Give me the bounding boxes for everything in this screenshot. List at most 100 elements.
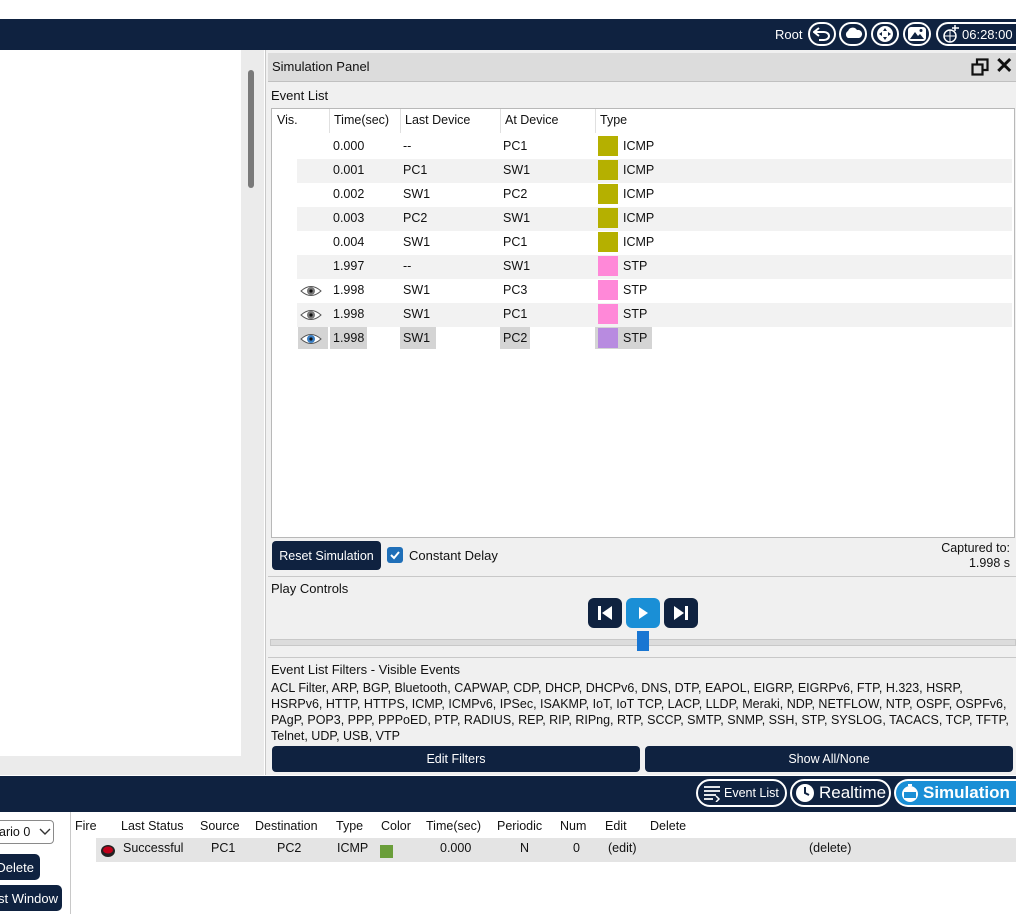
- pdu-col-fire[interactable]: Fire: [75, 819, 97, 833]
- checkmark-icon: [390, 551, 400, 560]
- speed-slider-thumb[interactable]: [637, 631, 649, 651]
- event-last-device: --: [403, 139, 412, 153]
- event-row[interactable]: 0.001 PC1 SW1 ICMP: [297, 159, 1012, 183]
- captured-to: Captured to: 1.998 s: [880, 541, 1010, 571]
- event-at-device: SW1: [503, 259, 531, 273]
- pdu-source: PC1: [211, 841, 236, 855]
- chevron-down-icon: [39, 828, 51, 835]
- pdu-row[interactable]: Successful PC1 PC2 ICMP 0.000 N 0 (edit)…: [96, 838, 1016, 862]
- landscape-button[interactable]: [903, 22, 931, 46]
- col-header-time[interactable]: Time(sec): [334, 113, 389, 127]
- pdu-col-color[interactable]: Color: [381, 819, 411, 833]
- pdu-edit-link[interactable]: (edit): [608, 841, 636, 855]
- event-at-device: PC2: [503, 331, 528, 345]
- event-type: ICMP: [623, 187, 655, 201]
- pdu-col-time[interactable]: Time(sec): [426, 819, 481, 833]
- event-type: STP: [623, 331, 648, 345]
- event-row[interactable]: 1.998 SW1 PC3 STP: [297, 279, 1012, 303]
- fire-led-icon[interactable]: [100, 844, 116, 858]
- event-time: 0.003: [333, 211, 365, 225]
- event-type-color: [598, 328, 618, 348]
- event-row[interactable]: 0.002 SW1 PC2 ICMP: [297, 183, 1012, 207]
- restore-window-icon[interactable]: [971, 58, 989, 76]
- event-row[interactable]: 1.997 -- SW1 STP: [297, 255, 1012, 279]
- show-all-none-button[interactable]: Show All/None: [645, 746, 1013, 772]
- event-last-device: SW1: [403, 187, 431, 201]
- captured-label: Captured to:: [941, 541, 1010, 555]
- event-type-color: [598, 208, 618, 228]
- realtime-mode-button[interactable]: Realtime: [790, 779, 891, 807]
- pdu-num: 0: [573, 841, 580, 855]
- clock-icon: [796, 784, 814, 802]
- pdu-delete-link[interactable]: (delete): [809, 841, 851, 855]
- event-list-label: Event List: [271, 88, 329, 103]
- event-at-device: PC3: [503, 283, 528, 297]
- edit-filters-button[interactable]: Edit Filters: [272, 746, 640, 772]
- step-back-button[interactable]: [588, 598, 622, 628]
- back-button[interactable]: [808, 22, 836, 46]
- sim-clock[interactable]: 06:28:00: [936, 22, 1016, 46]
- col-header-last-device[interactable]: Last Device: [405, 113, 470, 127]
- col-header-type[interactable]: Type: [600, 113, 627, 127]
- event-row[interactable]: 1.998 SW1 PC2 STP: [297, 327, 1012, 351]
- event-last-device: SW1: [403, 331, 431, 345]
- scenario-select[interactable]: ario 0: [0, 820, 54, 844]
- event-at-device: PC1: [503, 307, 528, 321]
- event-time: 0.001: [333, 163, 365, 177]
- pdu-col-periodic[interactable]: Periodic: [497, 819, 542, 833]
- event-row[interactable]: 0.004 SW1 PC1 ICMP: [297, 231, 1012, 255]
- event-type: STP: [623, 307, 648, 321]
- play-controls: Play Controls: [268, 576, 1016, 658]
- event-row[interactable]: 1.998 SW1 PC1 STP: [297, 303, 1012, 327]
- event-last-device: SW1: [403, 283, 431, 297]
- logical-workspace[interactable]: [0, 50, 241, 756]
- cloud-button[interactable]: [839, 22, 867, 46]
- pdu-col-destination[interactable]: Destination: [255, 819, 318, 833]
- pdu-col-source[interactable]: Source: [200, 819, 240, 833]
- event-time: 0.002: [333, 187, 365, 201]
- event-time: 0.004: [333, 235, 365, 249]
- constant-delay-label: Constant Delay: [409, 548, 498, 563]
- pdu-col-edit[interactable]: Edit: [605, 819, 627, 833]
- pdu-periodic: N: [520, 841, 530, 855]
- event-row[interactable]: 0.000 -- PC1 ICMP: [297, 135, 1012, 159]
- event-type: ICMP: [623, 211, 655, 225]
- simulation-stopwatch-icon: [902, 784, 918, 802]
- delete-scenario-button[interactable]: Delete: [0, 854, 40, 880]
- pdu-col-delete[interactable]: Delete: [650, 819, 686, 833]
- globe-clock-icon: [943, 25, 959, 43]
- simulation-mode-label: Simulation: [923, 783, 1010, 802]
- event-time: 0.000: [333, 139, 365, 153]
- event-type-color: [598, 280, 618, 300]
- event-last-device: SW1: [403, 235, 431, 249]
- event-last-device: SW1: [403, 307, 431, 321]
- eye-icon: [300, 310, 322, 320]
- user-label: Root: [775, 27, 803, 42]
- pdu-col-type[interactable]: Type: [336, 819, 363, 833]
- event-type: ICMP: [623, 235, 655, 249]
- pdu-col-num[interactable]: Num: [560, 819, 586, 833]
- pdu-list-window-button[interactable]: st Window: [0, 885, 62, 911]
- step-forward-button[interactable]: [664, 598, 698, 628]
- close-icon[interactable]: ✕: [995, 55, 1013, 77]
- simulation-mode-button[interactable]: Simulation: [894, 779, 1016, 807]
- pdu-destination: PC2: [277, 841, 302, 855]
- pdu-divider: [70, 812, 71, 914]
- event-at-device: PC1: [503, 139, 528, 153]
- play-button[interactable]: [626, 598, 660, 628]
- col-header-vis[interactable]: Vis.: [277, 113, 298, 127]
- col-header-at-device[interactable]: At Device: [505, 113, 559, 127]
- event-type: STP: [623, 259, 648, 273]
- top-toolbar: Root 06:28:00: [0, 19, 1016, 50]
- constant-delay-checkbox[interactable]: [387, 547, 403, 563]
- eye-icon: [300, 334, 322, 344]
- event-row[interactable]: 0.003 PC2 SW1 ICMP: [297, 207, 1012, 231]
- pdu-time: 0.000: [440, 841, 472, 855]
- workspace-scrollbar[interactable]: [248, 70, 254, 188]
- event-time: 1.998: [333, 283, 365, 297]
- move-button[interactable]: [871, 22, 899, 46]
- simulation-panel-title: Simulation Panel: [272, 59, 370, 74]
- event-list-toggle-button[interactable]: Event List: [696, 779, 787, 807]
- reset-simulation-button[interactable]: Reset Simulation: [272, 541, 381, 570]
- pdu-col-last-status[interactable]: Last Status: [121, 819, 184, 833]
